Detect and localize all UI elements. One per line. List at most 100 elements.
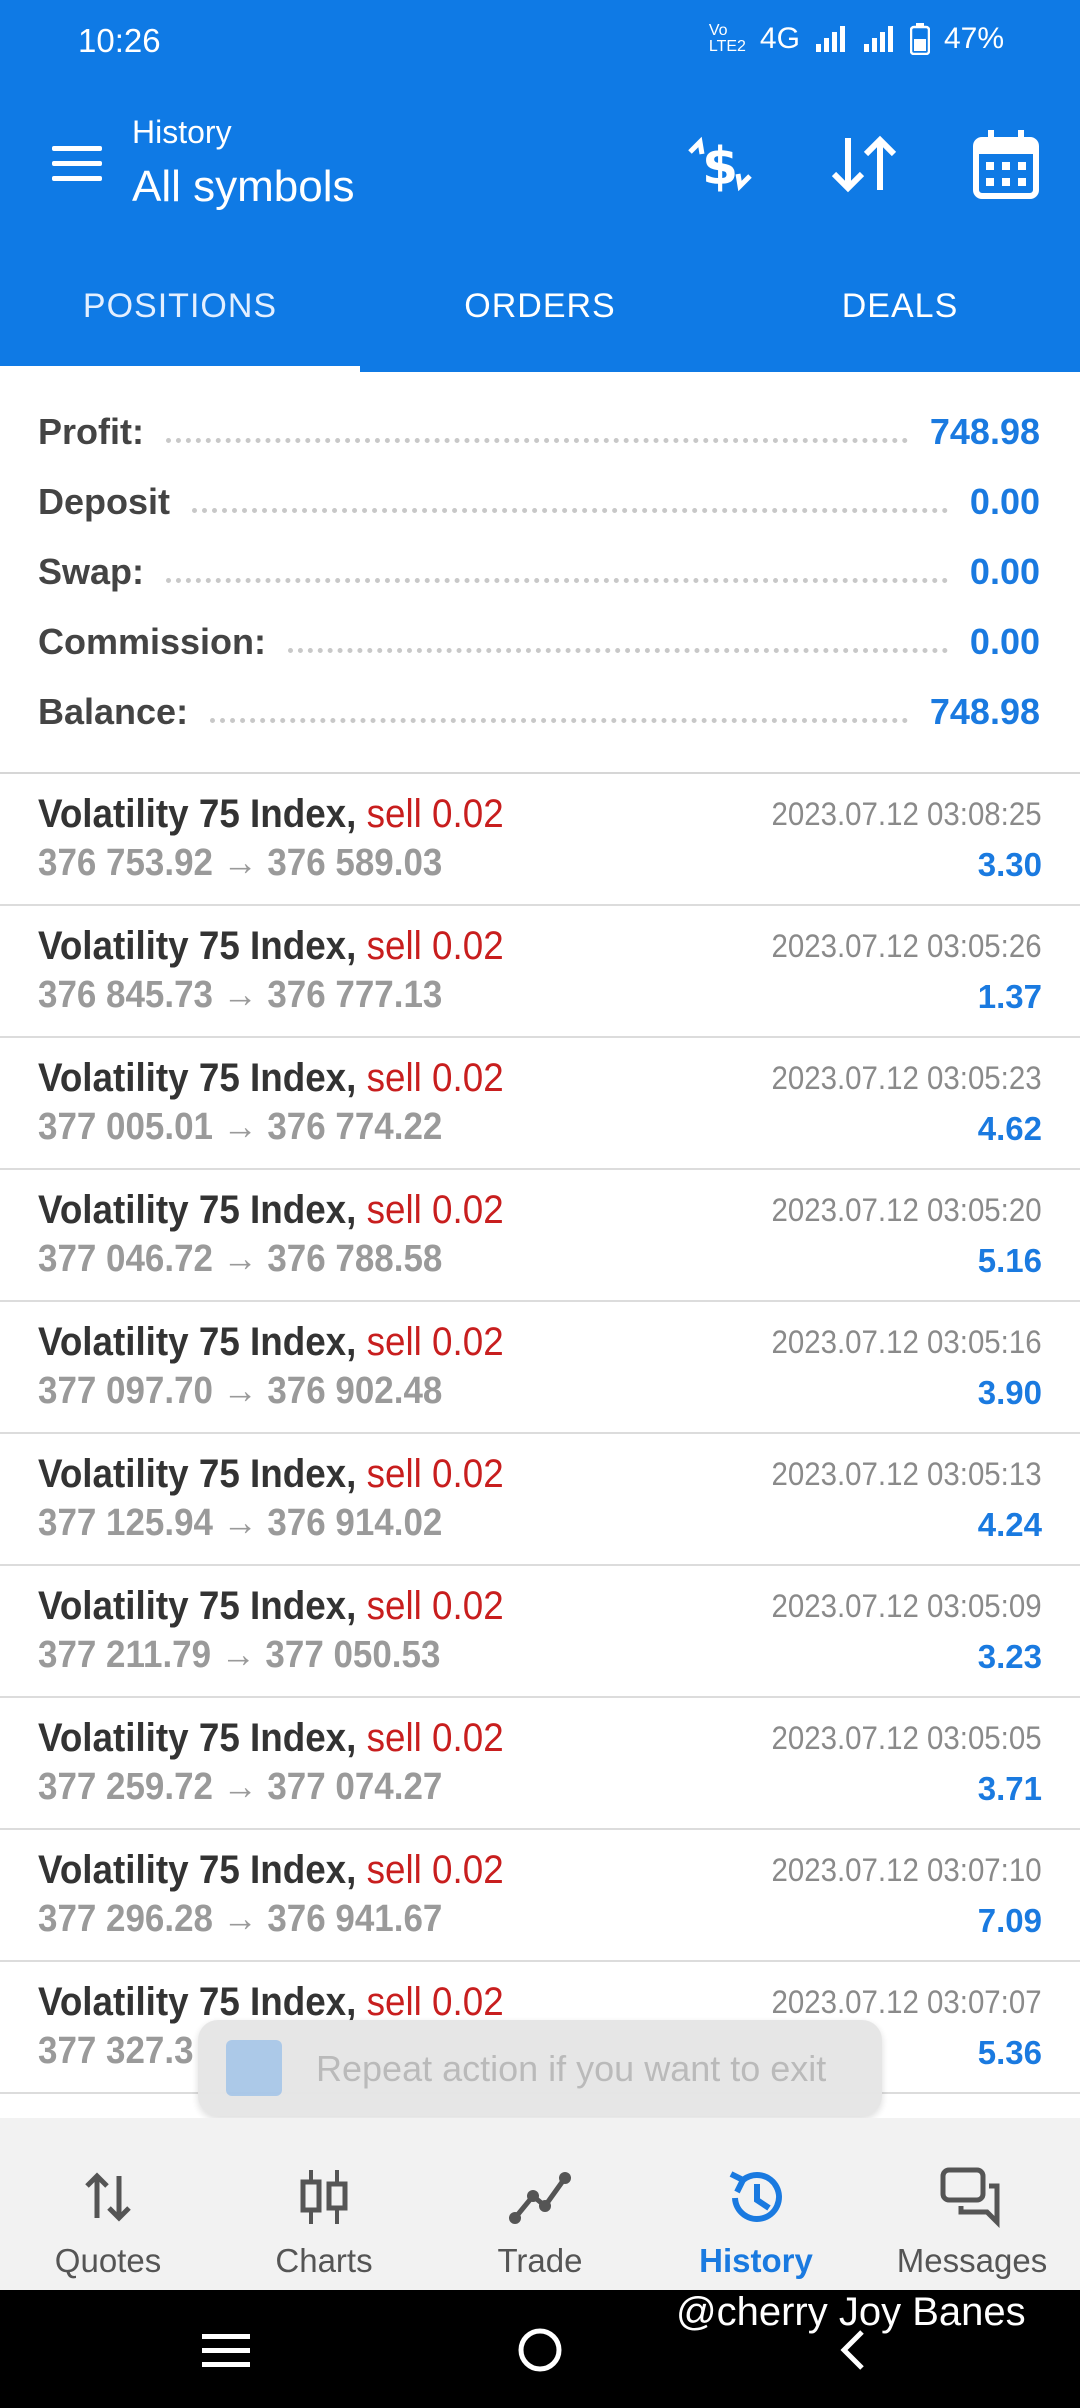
position-profit: 1.37 — [977, 978, 1042, 1015]
list-item[interactable]: Volatility 75 Index, sell 0.02 377 125.9… — [0, 1434, 1080, 1566]
close-time: 2023.07.12 03:05:16 — [771, 1324, 1042, 1360]
trade-side: sell 0.02 — [366, 1980, 504, 2024]
symbol: Volatility 75 Index, — [38, 1056, 357, 1100]
nav-charts[interactable]: Charts — [216, 2118, 432, 2290]
symbol: Volatility 75 Index, — [38, 1584, 357, 1628]
trade-side: sell 0.02 — [366, 924, 504, 968]
trade-side: sell 0.02 — [366, 1188, 504, 1232]
history-icon — [729, 2171, 782, 2222]
price-range: 377 259.72 → 377 074.27 — [38, 1766, 443, 1808]
list-item[interactable]: Volatility 75 Index, sell 0.02 377 005.0… — [0, 1038, 1080, 1170]
nav-quotes[interactable]: Quotes — [0, 2118, 216, 2290]
app-icon — [226, 2040, 282, 2096]
nav-label: Trade — [497, 2242, 583, 2279]
page-subtitle: History — [132, 114, 232, 150]
sort-icon[interactable] — [824, 124, 904, 204]
symbol: Volatility 75 Index, — [38, 1716, 357, 1760]
calendar-icon[interactable] — [966, 124, 1046, 204]
price-range: 377 125.94 → 376 914.02 — [38, 1502, 443, 1544]
close-time: 2023.07.12 03:05:20 — [771, 1192, 1042, 1228]
close-time: 2023.07.12 03:07:10 — [771, 1852, 1042, 1888]
close-time: 2023.07.12 03:05:23 — [771, 1060, 1042, 1096]
summary-value: 748.98 — [929, 411, 1040, 452]
list-item[interactable]: Volatility 75 Index, sell 0.02 377 046.7… — [0, 1170, 1080, 1302]
price-range: 377 046.72 → 376 788.58 — [38, 1238, 443, 1280]
list-item[interactable]: Volatility 75 Index, sell 0.02 376 845.7… — [0, 906, 1080, 1038]
price-range: 376 845.73 → 376 777.13 — [38, 974, 443, 1016]
tab-deals[interactable]: DEALS — [720, 240, 1080, 372]
close-time: 2023.07.12 03:05:13 — [771, 1456, 1042, 1492]
tab-bar: POSITIONS ORDERS DEALS — [0, 240, 1080, 372]
nav-history[interactable]: History — [648, 2118, 864, 2290]
close-time: 2023.07.12 03:05:09 — [771, 1588, 1042, 1624]
tab-positions[interactable]: POSITIONS — [0, 240, 360, 372]
nav-label: Messages — [896, 2242, 1048, 2279]
symbol: Volatility 75 Index, — [38, 1320, 357, 1364]
list-item[interactable]: Volatility 75 Index, sell 0.02 377 097.7… — [0, 1302, 1080, 1434]
recent-apps-icon[interactable] — [200, 2330, 252, 2370]
list-item[interactable]: Volatility 75 Index, sell 0.02 377 211.7… — [0, 1566, 1080, 1698]
summary-row-profit: Profit: 748.98 — [38, 402, 1040, 462]
trade-side: sell 0.02 — [366, 1848, 504, 1892]
summary-label: Profit: — [38, 411, 144, 452]
symbol: Volatility 75 Index, — [38, 1980, 357, 2024]
symbol: Volatility 75 Index, — [38, 1188, 357, 1232]
status-time: 10:26 — [78, 22, 161, 59]
quotes-icon — [85, 2172, 131, 2222]
nav-messages[interactable]: Messages — [864, 2118, 1080, 2290]
summary-label: Swap: — [38, 551, 145, 592]
messages-icon — [940, 2167, 1000, 2229]
status-bar: 10:26 Vo LTE2 4G 47% — [0, 0, 1080, 88]
signal-icon — [815, 26, 845, 52]
nav-label: Charts — [275, 2242, 373, 2279]
list-item[interactable]: Volatility 75 Index, sell 0.02 377 296.2… — [0, 1830, 1080, 1962]
summary-label: Commission: — [38, 621, 267, 662]
network-type: 4G — [759, 22, 800, 55]
price-range: 377 097.70 → 376 902.48 — [38, 1370, 443, 1412]
battery-level: 47% — [943, 22, 1004, 55]
candlestick-icon — [300, 2170, 348, 2224]
bottom-nav: Quotes Charts Trade History Messages — [0, 2118, 1080, 2290]
currency-exchange-icon[interactable]: $ — [680, 124, 760, 204]
volte-icon: Vo LTE2 — [708, 22, 746, 55]
summary-row-balance: Balance: 748.98 — [38, 682, 1040, 742]
symbol: Volatility 75 Index, — [38, 1452, 357, 1496]
position-profit: 3.71 — [977, 1770, 1042, 1807]
price-range: 377 211.79 → 377 050.53 — [38, 1634, 441, 1676]
price-range: 377 327.3 — [38, 2030, 194, 2072]
list-item[interactable]: Volatility 75 Index, sell 0.02 377 259.7… — [0, 1698, 1080, 1830]
trade-side: sell 0.02 — [366, 792, 504, 836]
trade-side: sell 0.02 — [366, 1320, 504, 1364]
summary-value: 0.00 — [969, 551, 1040, 592]
price-range: 376 753.92 → 376 589.03 — [38, 842, 443, 884]
position-profit: 5.36 — [977, 2034, 1042, 2071]
nav-label: Quotes — [54, 2242, 162, 2279]
summary-value: 748.98 — [929, 691, 1040, 732]
tab-orders[interactable]: ORDERS — [360, 240, 720, 372]
position-profit: 5.16 — [977, 1242, 1042, 1279]
summary-row-commission: Commission: 0.00 — [38, 612, 1040, 672]
position-profit: 3.90 — [977, 1374, 1042, 1411]
page-title[interactable]: All symbols — [132, 162, 355, 212]
summary-row-swap: Swap: 0.00 — [38, 542, 1040, 602]
trade-side: sell 0.02 — [366, 1716, 504, 1760]
list-item[interactable]: Volatility 75 Index, sell 0.02 376 753.9… — [0, 774, 1080, 906]
battery-icon — [909, 23, 930, 55]
summary-panel: Profit: 748.98 Deposit 0.00 Swap: 0.00 C… — [0, 372, 1080, 774]
nav-label: History — [699, 2242, 813, 2279]
symbol: Volatility 75 Index, — [38, 924, 357, 968]
summary-label: Deposit — [38, 481, 171, 522]
nav-trade[interactable]: Trade — [432, 2118, 648, 2290]
summary-row-deposit: Deposit 0.00 — [38, 472, 1040, 532]
position-profit: 3.30 — [977, 846, 1042, 883]
price-range: 377 296.28 → 376 941.67 — [38, 1898, 443, 1940]
trade-side: sell 0.02 — [366, 1584, 504, 1628]
home-icon[interactable] — [516, 2326, 564, 2374]
summary-value: 0.00 — [969, 621, 1040, 662]
position-profit: 3.23 — [977, 1638, 1042, 1675]
position-profit: 7.09 — [977, 1902, 1042, 1939]
price-range: 377 005.01 → 376 774.22 — [38, 1106, 443, 1148]
watermark-text: @cherry Joy Banes — [676, 2290, 1026, 2334]
svg-text:$: $ — [702, 137, 738, 197]
menu-icon[interactable] — [52, 146, 102, 182]
